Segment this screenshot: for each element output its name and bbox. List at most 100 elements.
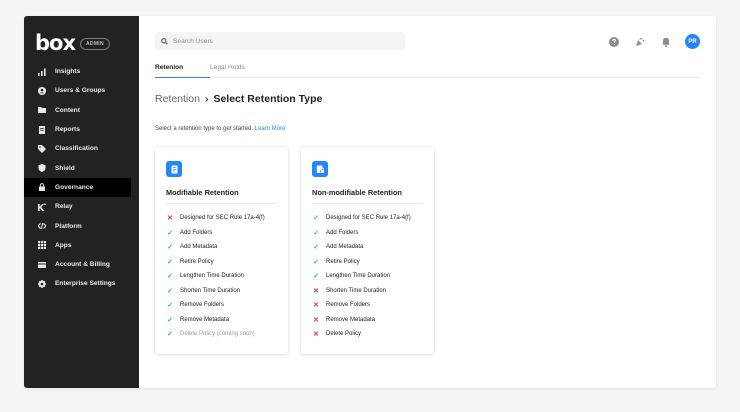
feature-item: ✓ Lengthen Time Duration	[166, 269, 265, 284]
document-icon	[166, 161, 182, 177]
feature-list: ✕ Designed for SEC Rule 17a-4(f) ✓ Add Fold…	[166, 211, 265, 342]
code-icon	[38, 222, 46, 230]
page-title: Select Retention Type	[213, 93, 323, 105]
search-icon	[161, 37, 168, 45]
feature-label: Lengthen Time Duration	[180, 273, 245, 280]
sidebar-item-users-groups[interactable]: Users & Groups	[24, 81, 139, 100]
lock-icon	[38, 183, 46, 192]
shield-icon	[38, 164, 46, 173]
feature-item: ✓ Retire Policy	[166, 255, 265, 270]
bell-icon[interactable]	[661, 37, 671, 47]
card-title: Non-modifiable Retention	[312, 188, 402, 197]
sidebar-item-label: Relay	[55, 203, 73, 211]
gear-icon	[38, 279, 46, 288]
sidebar-item-classification[interactable]: Classification	[24, 139, 139, 158]
intro-text: Select a retention type to get started. …	[155, 126, 285, 132]
locked-document-icon	[312, 161, 328, 177]
cross-icon: ✕	[313, 316, 319, 324]
sidebar-item-label: Content	[55, 106, 80, 114]
feature-label: Add Metadata	[326, 244, 364, 251]
sidebar-item-account-billing[interactable]: Account & Billing	[24, 255, 139, 274]
main-content: PR Retenion Legal Holds Retention › Sele…	[139, 16, 716, 388]
sidebar-item-label: Users & Groups	[55, 87, 106, 95]
card-title: Modifiable Retention	[166, 188, 239, 197]
divider	[312, 203, 423, 204]
feature-item: ✓ Add Folders	[166, 226, 265, 241]
check-icon: ✓	[313, 229, 319, 237]
tab-legal-holds[interactable]: Legal Holds	[210, 62, 245, 78]
tab-retention[interactable]: Retenion	[155, 62, 210, 78]
feature-label: Delete Policy (coming soon)	[180, 331, 255, 338]
help-icon[interactable]	[609, 36, 619, 47]
check-icon: ✓	[167, 244, 173, 252]
intro-message: Select a retention type to get started.	[155, 126, 254, 132]
sidebar-nav: Insights Users & Groups Content Reports …	[24, 62, 139, 294]
check-icon: ✓	[167, 287, 173, 295]
sidebar-item-relay[interactable]: Relay	[24, 197, 139, 216]
sidebar-item-content[interactable]: Content	[24, 101, 139, 120]
feature-item: ✕ Delete Policy	[312, 327, 411, 342]
modifiable-retention-card[interactable]: Modifiable Retention ✕ Designed for SEC R…	[155, 147, 288, 354]
feature-label: Retire Policy	[180, 258, 214, 265]
cross-icon: ✕	[313, 287, 319, 295]
feature-label: Designed for SEC Rule 17a-4(f)	[180, 215, 265, 222]
sidebar-item-label: Insights	[55, 68, 81, 76]
cross-icon: ✕	[313, 302, 319, 310]
sidebar-item-shield[interactable]: Shield	[24, 158, 139, 177]
avatar[interactable]: PR	[685, 34, 700, 49]
check-icon: ✓	[167, 229, 173, 237]
sidebar-item-label: Governance	[55, 183, 94, 191]
feature-item: ✕ Shorten Time Duration	[312, 284, 411, 299]
sidebar-item-reports[interactable]: Reports	[24, 120, 139, 139]
feature-item: ✕ Remove Folders	[312, 298, 411, 313]
tab-bar: Retenion Legal Holds	[155, 62, 700, 78]
sidebar-item-label: Classification	[55, 145, 98, 153]
relay-icon	[38, 203, 46, 211]
cross-icon: ✕	[167, 215, 173, 223]
search-input[interactable]	[173, 37, 393, 45]
sidebar-item-platform[interactable]: Platform	[24, 216, 139, 235]
feature-item: ✓ Remove Metadata	[166, 313, 265, 328]
feature-item: ✓ Delete Policy (coming soon)	[166, 327, 265, 342]
check-icon: ✓	[167, 302, 173, 310]
box-logo: box	[35, 31, 76, 55]
feature-list: ✓ Designed for SEC Rule 17a-4(f) ✓ Add Fold…	[312, 211, 411, 342]
sidebar: box ADMIN Insights Users & Groups Conten…	[24, 16, 139, 388]
feature-item: ✓ Add Folders	[312, 226, 411, 241]
feature-item: ✓ Designed for SEC Rule 17a-4(f)	[312, 211, 411, 226]
learn-more-link[interactable]: Learn More	[255, 126, 286, 132]
celebrate-icon[interactable]	[635, 37, 645, 47]
sidebar-item-label: Platform	[55, 222, 82, 230]
check-icon: ✓	[167, 273, 173, 281]
non-modifiable-retention-card[interactable]: Non-modifiable Retention ✓ Designed for S…	[301, 147, 434, 354]
search-bar[interactable]	[155, 32, 405, 50]
sidebar-item-label: Enterprise Settings	[55, 280, 116, 288]
folder-icon	[38, 106, 46, 114]
feature-item: ✓ Lengthen Time Duration	[312, 269, 411, 284]
bar-chart-icon	[38, 68, 46, 76]
top-bar-actions: PR	[593, 34, 700, 49]
app-window: box ADMIN Insights Users & Groups Conten…	[24, 16, 716, 388]
sidebar-item-label: Shield	[55, 164, 75, 172]
breadcrumb-parent[interactable]: Retention	[155, 93, 200, 105]
check-icon: ✓	[167, 258, 173, 266]
sidebar-item-governance[interactable]: Governance	[24, 177, 131, 198]
feature-label: Shorten Time Duration	[326, 287, 387, 294]
feature-label: Lengthen Time Duration	[326, 273, 391, 280]
breadcrumb-separator: ›	[204, 93, 209, 105]
feature-item: ✓ Shorten Time Duration	[166, 284, 265, 299]
feature-item: ✓ Add Metadata	[166, 240, 265, 255]
feature-label: Add Metadata	[180, 244, 218, 251]
sidebar-item-insights[interactable]: Insights	[24, 62, 139, 81]
sidebar-item-label: Apps	[55, 241, 72, 249]
card-icon	[38, 261, 46, 269]
check-icon: ✓	[313, 244, 319, 252]
feature-label: Shorten Time Duration	[180, 287, 241, 294]
feature-item: ✓ Remove Folders	[166, 298, 265, 313]
brand[interactable]: box ADMIN	[35, 31, 110, 55]
admin-badge: ADMIN	[80, 38, 110, 50]
sidebar-item-apps[interactable]: Apps	[24, 236, 139, 255]
feature-item: ✕ Remove Metadata	[312, 313, 411, 328]
sidebar-item-enterprise-settings[interactable]: Enterprise Settings	[24, 274, 139, 293]
report-icon	[38, 125, 46, 134]
